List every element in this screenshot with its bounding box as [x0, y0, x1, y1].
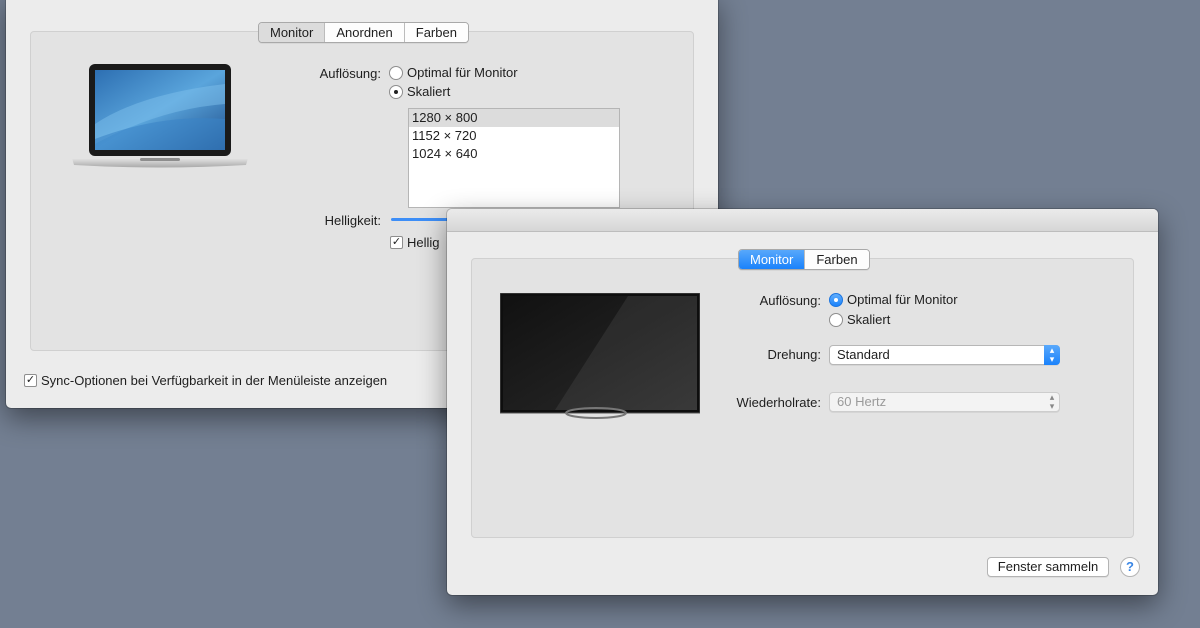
chevron-updown-icon: ▴ ▾: [1049, 392, 1055, 411]
title-bar[interactable]: [447, 209, 1158, 232]
resolution-label: Auflösung:: [759, 293, 821, 308]
tab-arrange[interactable]: Anordnen: [325, 23, 405, 42]
brightness-label: Helligkeit:: [324, 213, 381, 228]
gather-windows-button[interactable]: Fenster sammeln: [987, 557, 1109, 577]
tab-colors[interactable]: Farben: [404, 23, 468, 42]
resolution-optimal-option[interactable]: Optimal für Monitor: [829, 292, 958, 307]
resolution-optimal-label: Optimal für Monitor: [407, 65, 518, 80]
resolution-scaled-label: Skaliert: [847, 312, 891, 327]
scaled-resolution-list[interactable]: 1280 × 800 1152 × 720 1024 × 640: [408, 108, 620, 208]
sync-option-label: Sync-Optionen bei Verfügbarkeit in der M…: [41, 373, 388, 388]
tab-bar: Monitor Farben: [738, 249, 870, 270]
brightness-auto-label: Hellig: [407, 235, 440, 250]
display-settings-window-tv: Monitor Farben Auflösung: Optimal für Mo…: [447, 209, 1158, 595]
resolution-scaled-label: Skaliert: [407, 84, 451, 99]
chevron-updown-icon: ▴ ▾: [1044, 345, 1060, 365]
rotation-value: Standard: [837, 347, 890, 362]
resolution-optimal-label: Optimal für Monitor: [847, 292, 958, 307]
resolution-label: Auflösung:: [319, 66, 381, 81]
radio-scaled[interactable]: [829, 312, 843, 327]
tab-monitor[interactable]: Monitor: [739, 250, 806, 269]
tab-monitor[interactable]: Monitor: [259, 23, 326, 42]
refresh-rate-popup[interactable]: 60 Hertz ▴ ▾: [829, 392, 1060, 412]
brightness-auto-checkbox[interactable]: ✓: [390, 236, 403, 249]
brightness-slider[interactable]: [391, 218, 451, 221]
help-button[interactable]: ?: [1120, 557, 1140, 577]
tab-bar: Monitor Anordnen Farben: [258, 22, 469, 43]
brightness-auto-option[interactable]: ✓ Hellig: [390, 235, 440, 250]
sync-option-checkbox[interactable]: ✓: [24, 374, 37, 387]
resolution-scaled-option[interactable]: Skaliert: [829, 312, 890, 327]
refresh-rate-label: Wiederholrate:: [736, 395, 821, 410]
rotation-label: Drehung:: [767, 347, 821, 362]
radio-optimal[interactable]: [389, 65, 403, 80]
tab-colors[interactable]: Farben: [805, 250, 869, 269]
resolution-scaled-option[interactable]: Skaliert: [389, 84, 450, 99]
laptop-display-image: [72, 64, 248, 168]
list-item-resolution[interactable]: 1024 × 640: [409, 145, 619, 163]
rotation-popup[interactable]: Standard ▴ ▾: [829, 345, 1060, 365]
resolution-optimal-option[interactable]: Optimal für Monitor: [389, 65, 518, 80]
radio-scaled[interactable]: [389, 84, 403, 99]
radio-optimal[interactable]: [829, 292, 843, 307]
list-item-resolution[interactable]: 1280 × 800: [409, 109, 619, 127]
sync-option[interactable]: ✓ Sync-Optionen bei Verfügbarkeit in der…: [24, 373, 387, 388]
list-item-resolution[interactable]: 1152 × 720: [409, 127, 619, 145]
tv-display-image: [500, 293, 700, 419]
refresh-rate-value: 60 Hertz: [837, 394, 887, 409]
